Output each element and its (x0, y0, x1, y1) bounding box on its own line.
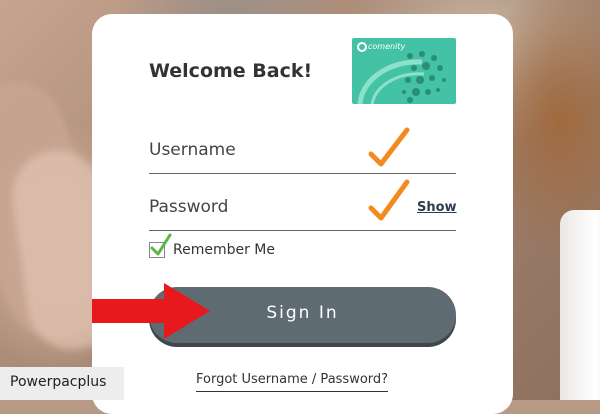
card-pattern (357, 51, 446, 104)
background-cup (560, 210, 600, 400)
username-underline (149, 173, 456, 174)
page-title: Welcome Back! (149, 60, 313, 82)
check-icon (150, 233, 172, 256)
watermark-text: Powerpacplus (10, 374, 107, 390)
watermark: Powerpacplus (0, 367, 124, 400)
forgot-credentials-link[interactable]: Forgot Username / Password? (196, 372, 389, 392)
remember-me-label: Remember Me (173, 242, 275, 258)
checkmark-icon (368, 127, 410, 167)
red-arrow-icon (92, 283, 210, 339)
login-card: Welcome Back! comenity Username Password… (92, 14, 513, 414)
password-field[interactable]: Password (149, 197, 228, 217)
show-password-link[interactable]: Show (417, 200, 457, 215)
username-field[interactable]: Username (149, 140, 236, 160)
password-underline (149, 230, 456, 231)
credit-card-image: comenity (352, 38, 456, 104)
checkmark-icon (368, 179, 410, 221)
